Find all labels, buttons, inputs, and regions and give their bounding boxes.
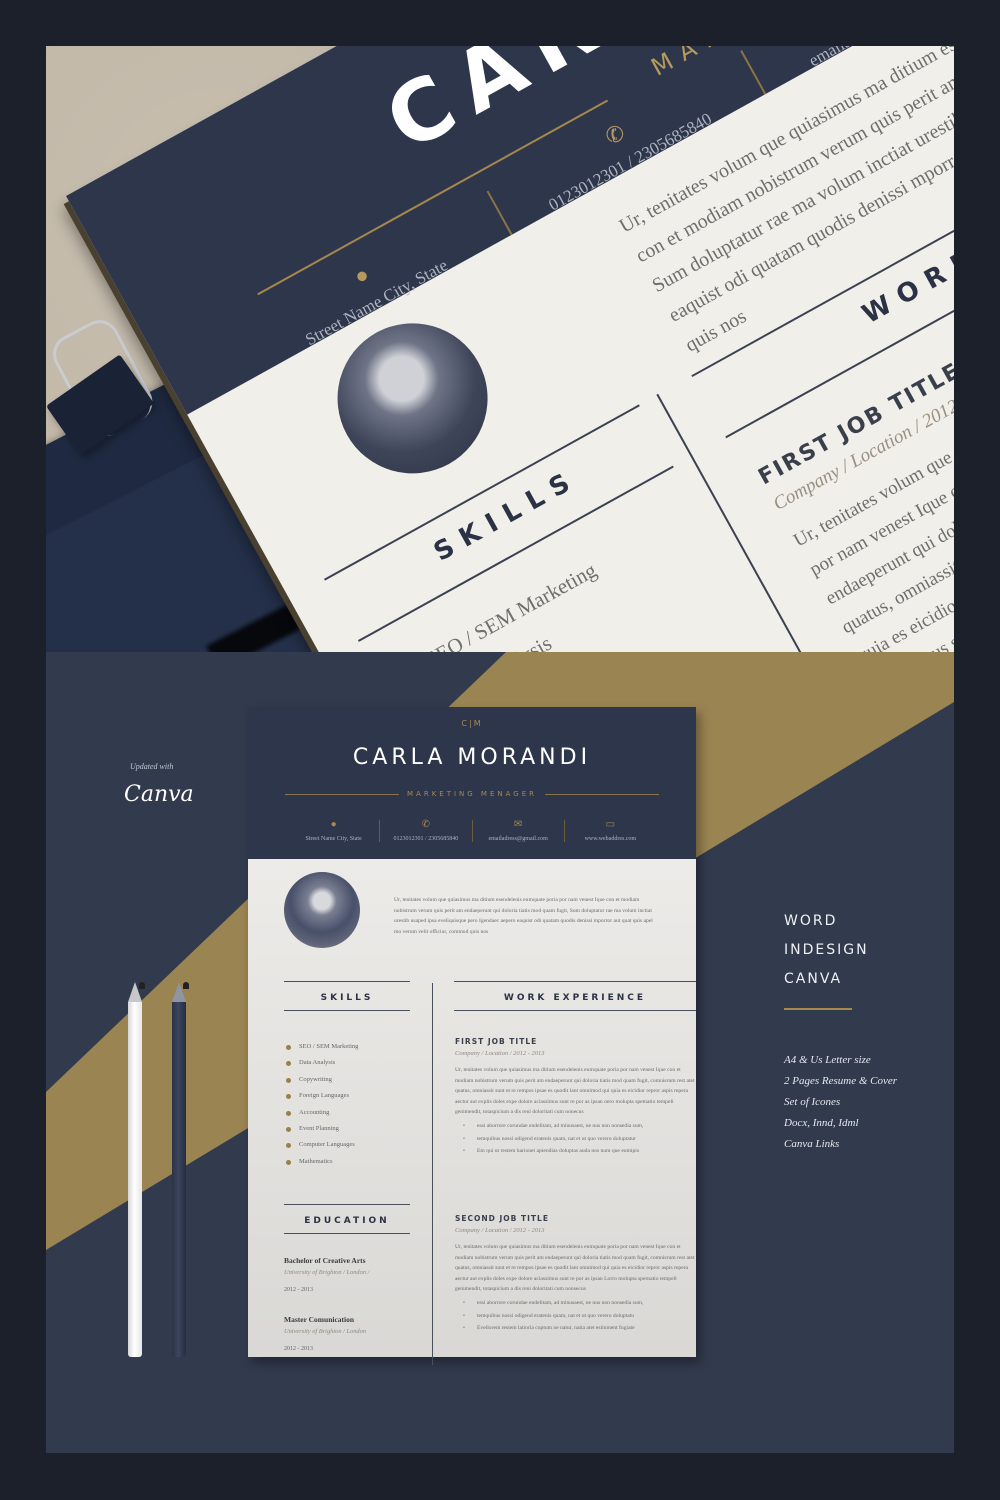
- job-bullets: essi aborrore corundae endelitam, ad min…: [455, 1297, 697, 1335]
- divider: [454, 1010, 696, 1011]
- skill-item: Mathematics: [286, 1154, 358, 1170]
- contact-address: ● Street Name City, State: [288, 819, 379, 842]
- job-bullet: Em qui ut restem harionet apiendias dolu…: [455, 1145, 697, 1158]
- format-item: CANVA: [784, 971, 843, 987]
- feature-item: Set of Icones: [784, 1096, 841, 1108]
- degree-title: Master Comunication: [284, 1315, 355, 1324]
- contact-text: www.webaddres.com: [584, 836, 637, 842]
- job-bullet: temquibus nossi odigend eratenis quam, n…: [455, 1310, 697, 1323]
- gold-rule: [784, 1008, 852, 1010]
- resume-role: MARKETING MENAGER: [407, 790, 538, 798]
- skill-item: SEO / SEM Marketing: [286, 1039, 358, 1055]
- skill-item: Accounting: [286, 1105, 358, 1121]
- job-bullet: essi aborrore corundae endelitam, ad min…: [455, 1120, 697, 1133]
- intro-paragraph: Ur, tenitates volum que quiasimus ma dit…: [394, 897, 653, 935]
- job-bullet: temquibus nossi odigend eratenis quam, n…: [455, 1133, 697, 1146]
- contact-row: ● Street Name City, State ✆ 0123012301 /…: [288, 819, 656, 842]
- job-meta: Company / Location / 2012 - 2013: [455, 1050, 545, 1057]
- contact-text: 0123012301 / 2305685840: [393, 836, 459, 842]
- skill-item: Event Planning: [286, 1121, 358, 1137]
- work-heading: WORK EXPERIENCE: [503, 993, 647, 1003]
- feature-item: 2 Pages Resume & Cover: [784, 1075, 898, 1087]
- monogram: C|M: [461, 719, 483, 728]
- profile-photo: [284, 872, 360, 948]
- format-list: WORD INDESIGN CANVA: [784, 907, 869, 994]
- skill-item: Foreign Languages: [286, 1088, 358, 1104]
- column-divider: [432, 983, 433, 1365]
- format-item: WORD: [784, 913, 838, 929]
- gold-rule-right: [545, 793, 660, 795]
- canva-logo: Canva: [124, 782, 194, 807]
- job-entry: FIRST JOB TITLE Company / Location / 201…: [455, 1037, 697, 1158]
- divider: [454, 981, 696, 982]
- job-meta: Company / Location / 2012 - 2013: [455, 1227, 545, 1234]
- mockup-photo-perspective: C|M CARLA MOR MARKETING MENAGER ● Street…: [46, 46, 954, 652]
- format-item: INDESIGN: [784, 942, 869, 958]
- skills-list: SEO / SEM Marketing Data Analysis Copywr…: [286, 1039, 358, 1170]
- job-title: SECOND JOB TITLE: [455, 1214, 549, 1223]
- education-item: Bachelor of Creative Arts University of …: [284, 1256, 369, 1293]
- contact-phone: ✆ 0123012301 / 2305685840: [380, 819, 471, 842]
- job-entry: SECOND JOB TITLE Company / Location / 20…: [455, 1214, 697, 1335]
- education-item: Master Comunication University of Bright…: [284, 1315, 366, 1352]
- flat-preview-panel: Updated with Canva C|M CARLA MORANDI MAR…: [46, 652, 954, 1453]
- contact-text: Street Name City, State: [305, 836, 362, 842]
- web-card-icon: ▭: [605, 819, 616, 830]
- job-bullet: Evellorem restem latioria cuptum ne natu…: [455, 1322, 697, 1335]
- feature-list: A4 & Us Letter size 2 Pages Resume & Cov…: [784, 1050, 897, 1155]
- degree-title: Bachelor of Creative Arts: [284, 1256, 366, 1265]
- school: University of Brighton / London: [284, 1328, 367, 1335]
- skill-item: Copywriting: [286, 1072, 358, 1088]
- white-pencil-icon: [128, 982, 145, 1357]
- job-body: Ur, tenitates volum que quiasimus ma dit…: [455, 1244, 695, 1293]
- skills-heading: SKILLS: [320, 993, 374, 1003]
- skill-item: Data Analysis: [286, 1055, 358, 1071]
- school: University of Brighton / London /: [284, 1269, 370, 1276]
- resume-name: CARLA MORANDI: [352, 745, 592, 770]
- feature-item: Docx, Innd, Idml: [784, 1117, 859, 1129]
- updated-with-label: Updated with: [130, 762, 174, 771]
- years: 2012 - 2013: [284, 1287, 313, 1293]
- feature-item: Canva Links: [784, 1138, 840, 1150]
- contact-text: emailadress@gmail.com: [488, 836, 548, 842]
- divider: [284, 1233, 410, 1234]
- gold-rule-left: [285, 793, 399, 795]
- job-title: FIRST JOB TITLE: [455, 1037, 538, 1046]
- feature-item: A4 & Us Letter size: [784, 1054, 871, 1066]
- education-heading: EDUCATION: [304, 1216, 390, 1226]
- contact-email: ✉ emailadress@gmail.com: [473, 819, 564, 842]
- divider: [284, 1204, 410, 1205]
- job-bullet: essi aborrore corundae endelitam, ad min…: [455, 1297, 697, 1310]
- resume-page: C|M CARLA MORANDI MARKETING MENAGER ● St…: [248, 707, 697, 1365]
- location-pin-icon: ●: [330, 819, 337, 830]
- years: 2012 - 2013: [284, 1346, 313, 1352]
- envelope-icon: ✉: [513, 819, 523, 830]
- divider: [284, 1010, 410, 1011]
- job-body: Ur, tenitates volum que quiasimus ma dit…: [455, 1067, 695, 1116]
- divider: [284, 981, 410, 982]
- job-bullets: essi aborrore corundae endelitam, ad min…: [455, 1120, 697, 1158]
- contact-web: ▭ www.webaddres.com: [565, 819, 656, 842]
- skill-item: Computer Languages: [286, 1137, 358, 1153]
- role-row: MARKETING MENAGER: [285, 788, 660, 800]
- phone-icon: ✆: [421, 819, 431, 830]
- navy-pencil-icon: [172, 982, 189, 1357]
